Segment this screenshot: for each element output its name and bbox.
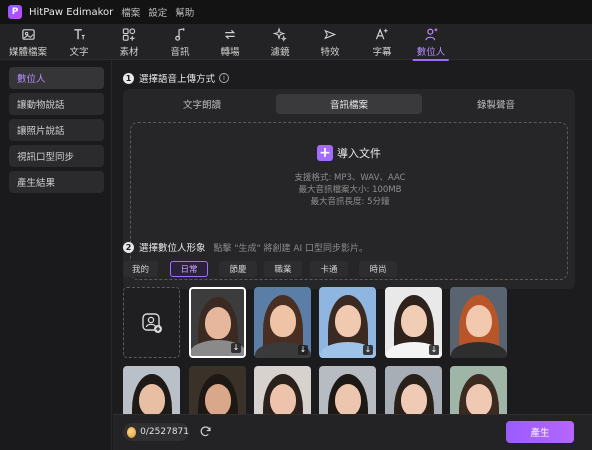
title-bar: P HitPaw Edimakor 檔案 設定 幫助 (0, 0, 592, 24)
filter-icon (272, 26, 287, 42)
max-audio-length: 最大音訊長度: 5分鐘 (310, 197, 390, 207)
supported-formats: 支援格式: MP3、WAV、AAC (294, 173, 406, 183)
bottom-bar: 0/2527871 產生 (113, 414, 592, 450)
section2-title: 2 選擇數位人形象 點擊 "生成" 將創建 AI 口型同步影片。 (123, 240, 368, 254)
tool-effects-label: 特效 (320, 46, 340, 58)
credits-text: 0/2527871 (140, 427, 189, 437)
tool-media-label: 媒體檔案 (8, 46, 48, 58)
max-file-size: 最大音訊檔案大小: 100MB (298, 185, 402, 195)
sidebar-item-lip-sync[interactable]: 視訊口型同步 (9, 145, 104, 167)
menu-settings[interactable]: 設定 (148, 5, 167, 19)
top-toolbar: 媒體檔案 文字 素材 音訊 轉場 濾鏡 特效 字幕 數位人 (0, 24, 592, 61)
avatar-card[interactable]: ↓ (189, 287, 246, 358)
tool-subtitle[interactable]: 字幕 (372, 24, 392, 60)
left-sidebar: 數位人 讓動物說話 讓照片說話 視訊口型同步 產生結果 (0, 61, 112, 450)
subtitle-icon (375, 27, 388, 39)
menu-file[interactable]: 檔案 (121, 5, 140, 19)
app-title: HitPaw Edimakor (29, 6, 114, 18)
tool-elements[interactable]: 素材 (119, 24, 139, 60)
section2-hint: 點擊 "生成" 將創建 AI 口型同步影片。 (213, 243, 369, 254)
section1-title: 1 選擇語音上傳方式 i (123, 71, 230, 85)
section1-title-text: 選擇語音上傳方式 (139, 74, 216, 85)
chip-cartoon[interactable]: 卡通 (310, 261, 348, 277)
chip-daily[interactable]: 日常 (170, 261, 208, 277)
chip-fashion[interactable]: 時尚 (359, 261, 397, 277)
add-person-icon (141, 312, 162, 333)
avatar-card[interactable]: ↓ (385, 287, 442, 358)
voice-tabs: 文字朗讀 音訊檔案 錄製聲音 (123, 89, 575, 117)
sidebar-item-talking-animal[interactable]: 讓動物說話 (9, 93, 104, 115)
tool-digital-human[interactable]: 數位人 (412, 24, 449, 61)
main-panel: 1 選擇語音上傳方式 i 文字朗讀 音訊檔案 錄製聲音 + 導入文件 支援格式:… (113, 61, 592, 450)
avatar-face (334, 305, 361, 337)
tool-effects[interactable]: 特效 (320, 24, 340, 60)
upload-panel: 文字朗讀 音訊檔案 錄製聲音 + 導入文件 支援格式: MP3、WAV、AAC … (123, 89, 575, 289)
download-icon[interactable]: ↓ (363, 345, 373, 355)
sidebar-item-results[interactable]: 產生結果 (9, 171, 104, 193)
audio-dropzone[interactable]: + 導入文件 支援格式: MP3、WAV、AAC 最大音訊檔案大小: 100MB… (130, 122, 568, 280)
avatar-face (269, 384, 296, 416)
tool-text[interactable]: 文字 (69, 24, 89, 60)
avatar-face (465, 384, 492, 416)
tab-record-voice[interactable]: 錄製聲音 (423, 94, 569, 114)
chip-career[interactable]: 職業 (264, 261, 302, 277)
avatar-face (334, 384, 361, 416)
avatar-card[interactable]: ↓ (319, 287, 376, 358)
download-icon[interactable]: ↓ (231, 343, 241, 353)
avatar-face (400, 305, 427, 337)
digital-human-icon (425, 27, 438, 40)
tab-audio-file[interactable]: 音訊檔案 (276, 94, 422, 114)
app-logo-text: P (11, 7, 19, 17)
avatar-face (400, 384, 427, 416)
tool-text-label: 文字 (69, 46, 89, 58)
add-avatar-button[interactable] (123, 287, 180, 358)
generate-button[interactable]: 產生 (506, 421, 574, 443)
chip-mine[interactable]: 我的 (123, 261, 158, 277)
step-number: 2 (123, 241, 134, 253)
tool-transition-label: 轉場 (220, 46, 240, 58)
download-icon[interactable]: ↓ (298, 345, 308, 355)
menu-help[interactable]: 幫助 (175, 5, 194, 19)
avatar-face (465, 305, 492, 337)
tool-filter[interactable]: 濾鏡 (270, 24, 290, 60)
avatar-card[interactable] (450, 287, 507, 358)
effects-icon (324, 29, 337, 39)
tool-digital-human-label: 數位人 (416, 46, 446, 58)
chip-festival[interactable]: 節慶 (219, 261, 257, 277)
elements-icon (122, 27, 136, 41)
step-number: 1 (123, 72, 134, 84)
plus-icon: + (317, 145, 333, 161)
section2-title-text: 選擇數位人形象 (139, 243, 206, 254)
credits-balance: 0/2527871 (123, 423, 189, 441)
transition-icon (224, 29, 236, 39)
import-file-label: 導入文件 (337, 147, 381, 160)
media-icon (21, 28, 35, 40)
info-icon[interactable]: i (219, 73, 230, 83)
tool-filter-label: 濾鏡 (270, 46, 290, 58)
avatar-face (204, 384, 231, 416)
tool-transition[interactable]: 轉場 (220, 24, 240, 60)
tool-elements-label: 素材 (119, 46, 139, 58)
tool-audio[interactable]: 音訊 (170, 24, 190, 60)
download-icon[interactable]: ↓ (429, 345, 439, 355)
avatar-card[interactable]: ↓ (254, 287, 311, 358)
import-file-button[interactable]: + 導入文件 (317, 145, 381, 161)
text-icon (74, 28, 85, 39)
sidebar-item-talking-photo[interactable]: 讓照片說話 (9, 119, 104, 141)
tool-audio-label: 音訊 (170, 46, 190, 58)
tab-text-to-speech[interactable]: 文字朗讀 (129, 94, 275, 114)
audio-icon (175, 27, 185, 41)
avatar-face (204, 307, 231, 339)
tool-subtitle-label: 字幕 (372, 46, 392, 58)
coin-icon (127, 426, 137, 438)
avatar-face (269, 305, 296, 337)
app-logo-icon: P (8, 5, 22, 19)
refresh-icon[interactable] (199, 425, 212, 438)
avatar-face (138, 384, 165, 416)
tool-media[interactable]: 媒體檔案 (9, 24, 47, 60)
sidebar-item-digital-human[interactable]: 數位人 (9, 67, 104, 89)
